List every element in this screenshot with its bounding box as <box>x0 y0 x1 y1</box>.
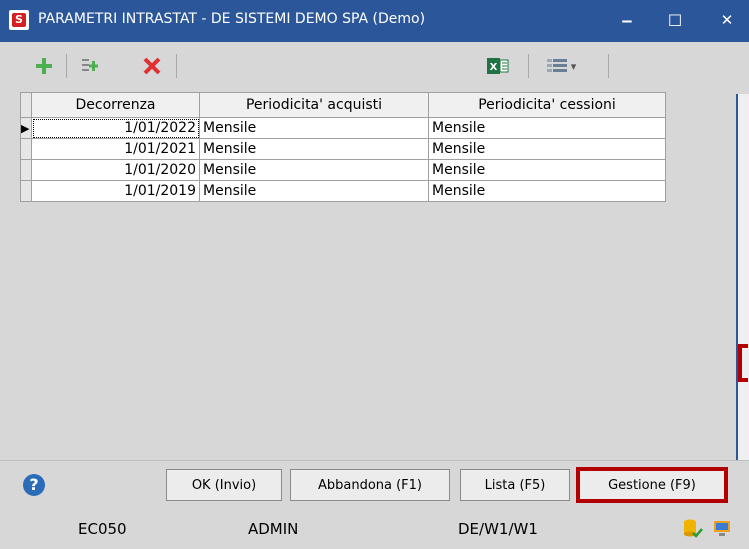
chevron-down-icon: ▾ <box>570 59 577 73</box>
help-button[interactable]: ? <box>22 473 46 497</box>
minimize-icon: ‒ <box>621 10 633 30</box>
current-row-icon: ▶ <box>21 122 30 135</box>
window-title: PARAMETRI INTRASTAT - DE SISTEMI DEMO SP… <box>38 11 426 27</box>
app-icon: S <box>9 10 29 30</box>
add-button[interactable] <box>30 52 58 80</box>
close-icon: ✕ <box>720 11 734 29</box>
cell-cessioni[interactable]: Mensile <box>428 159 666 181</box>
help-glyph: ? <box>29 475 39 494</box>
gestione-button[interactable]: Gestione (F9) <box>576 467 728 503</box>
excel-icon: X <box>487 58 509 74</box>
toolbar-separator <box>176 54 177 78</box>
row-header-corner <box>20 92 32 118</box>
lista-button[interactable]: Lista (F5) <box>460 469 570 501</box>
cell-acquisti[interactable]: Mensile <box>199 138 429 160</box>
grid-area: Decorrenza Periodicita' acquisti Periodi… <box>0 90 749 460</box>
column-header-acquisti[interactable]: Periodicita' acquisti <box>199 92 429 118</box>
cell-acquisti[interactable]: Mensile <box>199 159 429 181</box>
computer-icon <box>714 521 730 536</box>
row-indicator[interactable]: ▶ <box>20 117 32 139</box>
export-excel-button[interactable]: X <box>484 52 512 80</box>
cell-decorrenza[interactable]: 1/01/2022 <box>31 117 200 139</box>
status-program-code: EC050 <box>78 520 127 538</box>
cell-cessioni[interactable]: Mensile <box>428 180 666 202</box>
ok-button[interactable]: OK (Invio) <box>166 469 282 501</box>
minimize-button[interactable]: ‒ <box>610 4 644 36</box>
toolbar-separator <box>608 54 609 78</box>
delete-button[interactable] <box>138 52 166 80</box>
column-header-decorrenza[interactable]: Decorrenza <box>31 92 200 118</box>
toolbar-separator <box>66 54 67 78</box>
close-button[interactable]: ✕ <box>710 4 744 36</box>
table-row[interactable]: 1/01/2019 Mensile Mensile <box>20 180 666 202</box>
status-path: DE/W1/W1 <box>458 520 538 538</box>
insert-row-button[interactable] <box>76 52 104 80</box>
status-bar: EC050 ADMIN DE/W1/W1 <box>0 510 749 549</box>
database-check-icon <box>684 519 703 538</box>
background-window-edge <box>736 94 749 464</box>
insert-row-icon <box>82 59 98 71</box>
row-indicator[interactable] <box>20 138 32 160</box>
table-row[interactable]: 1/01/2021 Mensile Mensile <box>20 138 666 160</box>
svg-text:X: X <box>490 62 498 73</box>
background-highlight-mark <box>738 344 748 382</box>
button-bar: ? OK (Invio) Abbandona (F1) Lista (F5) G… <box>0 460 749 511</box>
grid-settings-button[interactable]: ▾ <box>540 52 582 80</box>
column-header-cessioni[interactable]: Periodicita' cessioni <box>428 92 666 118</box>
toolbar-separator <box>528 54 529 78</box>
title-bar: S PARAMETRI INTRASTAT - DE SISTEMI DEMO … <box>0 0 749 42</box>
cell-cessioni[interactable]: Mensile <box>428 117 666 139</box>
cell-acquisti[interactable]: Mensile <box>199 180 429 202</box>
data-grid: Decorrenza Periodicita' acquisti Periodi… <box>20 92 666 202</box>
cell-decorrenza[interactable]: 1/01/2021 <box>31 138 200 160</box>
cell-cessioni[interactable]: Mensile <box>428 138 666 160</box>
cell-decorrenza[interactable]: 1/01/2019 <box>31 180 200 202</box>
toolbar: X ▾ <box>0 42 749 90</box>
table-row[interactable]: ▶ 1/01/2022 Mensile Mensile <box>20 117 666 139</box>
cell-decorrenza[interactable]: 1/01/2020 <box>31 159 200 181</box>
maximize-icon: ☐ <box>667 10 683 30</box>
abbandona-button[interactable]: Abbandona (F1) <box>290 469 450 501</box>
cell-acquisti[interactable]: Mensile <box>199 117 429 139</box>
grid-settings-icon <box>546 59 567 72</box>
maximize-button[interactable]: ☐ <box>658 4 692 36</box>
delete-icon <box>143 57 161 75</box>
row-indicator[interactable] <box>20 159 32 181</box>
row-indicator[interactable] <box>20 180 32 202</box>
table-row[interactable]: 1/01/2020 Mensile Mensile <box>20 159 666 181</box>
status-user: ADMIN <box>248 520 299 538</box>
add-icon <box>36 58 52 74</box>
